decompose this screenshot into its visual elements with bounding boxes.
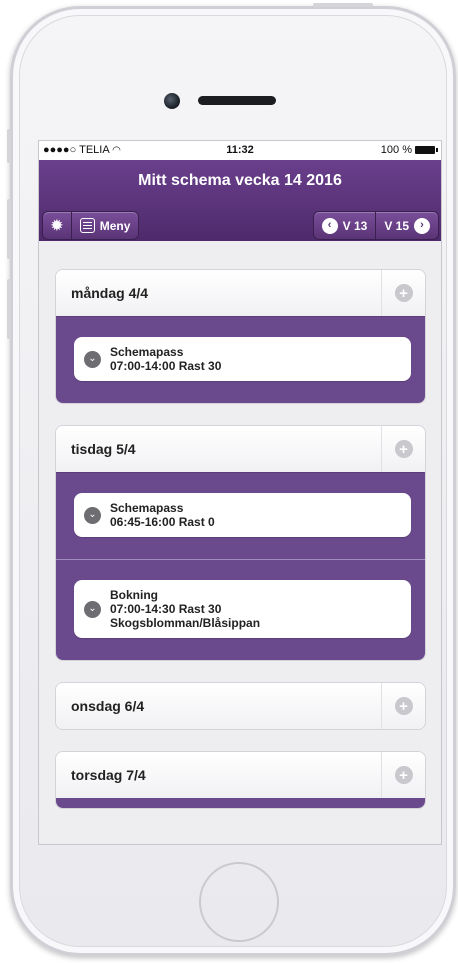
add-entry-button[interactable]: + [381,426,425,472]
menu-button[interactable]: Meny [72,212,139,239]
day-card-wednesday: onsdag 6/4 + [55,682,426,730]
day-entries [56,798,425,808]
entry-time: 07:00-14:00 Rast 30 [110,359,222,373]
add-entry-button[interactable]: + [381,683,425,729]
schedule-list: måndag 4/4 + ⌄ Schemapass 07:00-14:00 Ra… [39,241,441,809]
power-button [313,3,373,7]
plus-icon: + [394,284,413,302]
chevron-down-icon: ⌄ [84,350,101,368]
prev-week-button[interactable]: ‹ V 13 [314,212,377,239]
front-camera [164,93,180,109]
screen: ●●●●○ TELIA ◠ 11:32 100 % Mitt schema ve… [38,140,442,845]
status-bar: ●●●●○ TELIA ◠ 11:32 100 % [39,141,441,160]
plus-icon: + [394,697,413,715]
entry-text: Bokning 07:00-14:30 Rast 30 Skogsblomman… [110,588,260,630]
entry-container: ⌄ Bokning 07:00-14:30 Rast 30 Skogsblomm… [56,559,425,660]
next-week-button[interactable]: V 15 › [376,212,438,239]
volume-down-button [7,279,11,339]
settings-button[interactable]: ✹ [43,212,72,239]
entry-location: Skogsblomman/Blåsippan [110,616,261,630]
add-entry-button[interactable]: + [381,752,425,798]
day-card-monday: måndag 4/4 + ⌄ Schemapass 07:00-14:00 Ra… [55,269,426,404]
plus-icon: + [394,766,413,784]
entry-text: Schemapass 06:45-16:00 Rast 0 [110,501,215,529]
menu-icon [79,218,95,233]
next-week-label: V 15 [384,218,409,233]
chevron-right-icon: › [414,217,430,234]
entry-time: 06:45-16:00 Rast 0 [110,515,215,529]
chevron-down-icon: ⌄ [84,600,101,618]
day-entries: ⌄ Schemapass 06:45-16:00 Rast 0 ⌄ Boknin… [56,472,425,660]
gear-icon: ✹ [51,217,63,233]
entry-container: ⌄ Schemapass 06:45-16:00 Rast 0 [56,472,425,559]
day-label: tisdag 5/4 [71,441,136,457]
app-header: Mitt schema vecka 14 2016 ✹ Meny ‹ V 13 … [39,160,441,241]
chevron-left-icon: ‹ [321,217,338,234]
day-card-tuesday: tisdag 5/4 + ⌄ Schemapass 06:45-16:00 Ra… [55,425,426,661]
day-header[interactable]: torsdag 7/4 + [56,752,425,798]
battery-icon [415,146,438,154]
day-header[interactable]: tisdag 5/4 + [56,426,425,472]
day-entries: ⌄ Schemapass 07:00-14:00 Rast 30 [56,316,425,403]
day-card-thursday: torsdag 7/4 + [55,751,426,809]
day-header[interactable]: onsdag 6/4 + [56,683,425,729]
day-label: onsdag 6/4 [71,698,145,714]
entry-container: ⌄ Schemapass 07:00-14:00 Rast 30 [56,316,425,403]
page-title: Mitt schema vecka 14 2016 [138,172,342,189]
day-header[interactable]: måndag 4/4 + [56,270,425,316]
menu-label: Meny [99,218,131,233]
chevron-down-icon: ⌄ [84,506,101,524]
earpiece-speaker [198,96,276,105]
home-button[interactable] [199,862,279,942]
add-entry-button[interactable]: + [381,270,425,316]
booking-entry[interactable]: ⌄ Bokning 07:00-14:30 Rast 30 Skogsblomm… [74,580,411,638]
schedule-entry[interactable]: ⌄ Schemapass 06:45-16:00 Rast 0 [74,493,411,537]
schedule-entry[interactable]: ⌄ Schemapass 07:00-14:00 Rast 30 [74,337,411,381]
week-nav: ‹ V 13 V 15 › [312,211,439,240]
day-label: torsdag 7/4 [71,767,146,783]
battery-status: 100 % [380,144,438,156]
plus-icon: + [394,440,413,458]
entry-text: Schemapass 07:00-14:00 Rast 30 [110,345,221,373]
entry-type: Schemapass [110,501,184,515]
left-button-group: ✹ Meny [42,211,140,240]
entry-type: Schemapass [110,345,184,359]
day-label: måndag 4/4 [71,285,149,301]
prev-week-label: V 13 [342,218,368,233]
volume-up-button [7,199,11,259]
mute-switch [7,129,11,163]
entry-type: Bokning [110,588,158,602]
entry-time: 07:00-14:30 Rast 30 [110,602,222,616]
battery-label: 100 % [380,144,412,156]
